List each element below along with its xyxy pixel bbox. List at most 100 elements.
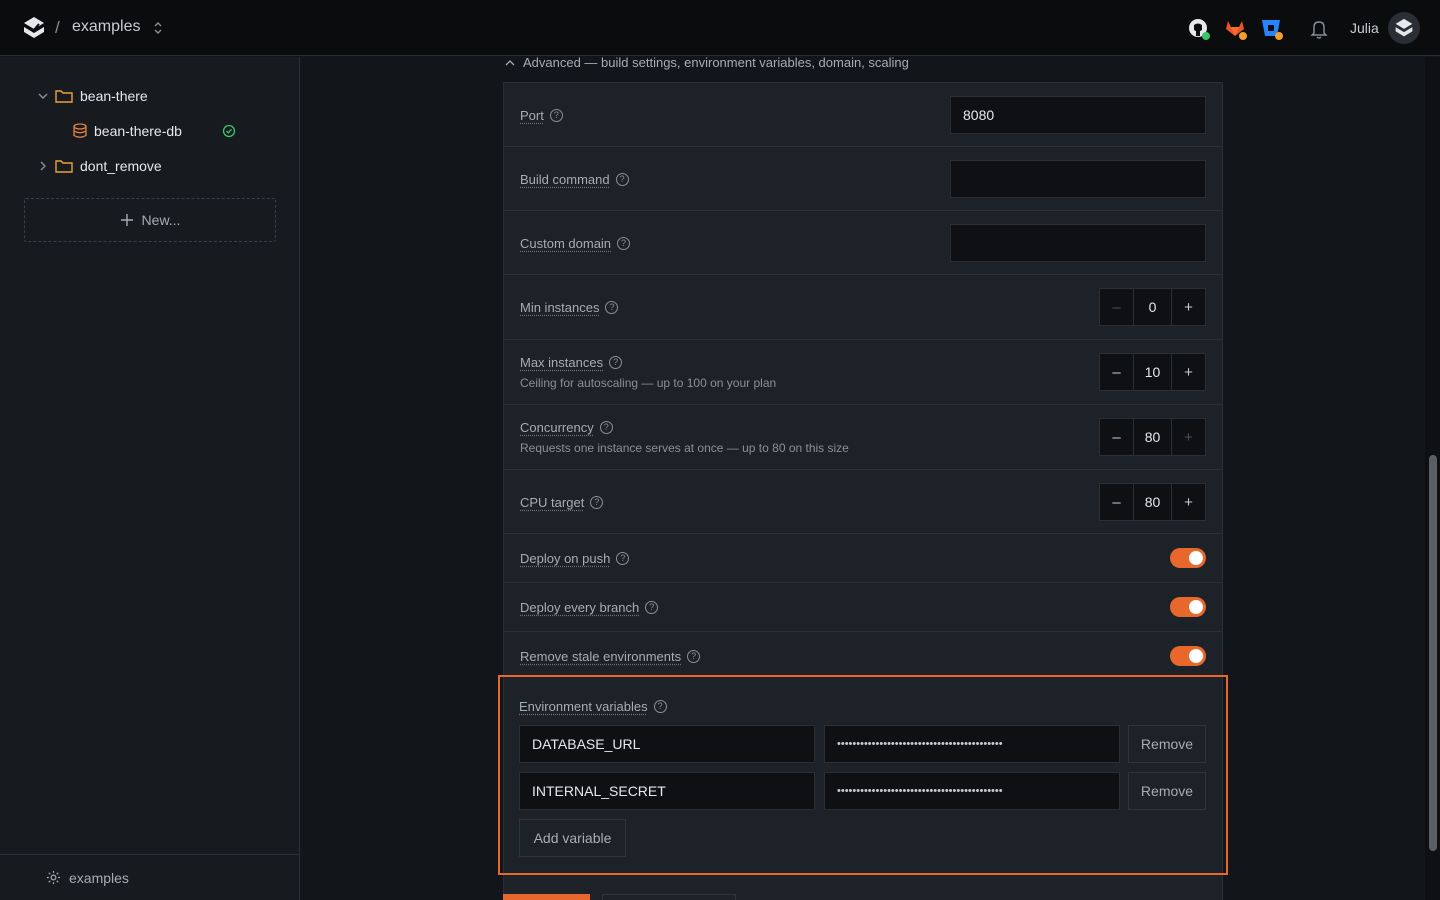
remove-stale-label[interactable]: Remove stale environments (520, 649, 681, 664)
bitbucket-icon[interactable] (1259, 16, 1285, 42)
app-logo-icon[interactable] (22, 16, 46, 40)
setting-row-concurrency: Concurrency ? Requests one instance serv… (504, 405, 1222, 470)
tree-item-dont-remove[interactable]: dont_remove (36, 154, 162, 178)
chevron-down-icon[interactable] (36, 89, 50, 103)
setting-row-build-command: Build command ? (504, 147, 1222, 211)
secondary-action-button[interactable] (602, 894, 736, 900)
setting-label: Deploy every branch ? (520, 600, 659, 615)
port-input[interactable]: 8080 (950, 96, 1206, 134)
decrement-button[interactable]: – (1100, 419, 1133, 455)
help-icon[interactable]: ? (653, 700, 667, 713)
github-icon[interactable] (1186, 16, 1212, 42)
increment-button[interactable]: + (1172, 484, 1205, 520)
build-command-input[interactable] (950, 160, 1206, 198)
top-bar: / examples Julia (0, 0, 1440, 56)
cpu-target-stepper: – 80 + (1099, 483, 1206, 521)
help-icon[interactable]: ? (617, 237, 631, 250)
port-label[interactable]: Port (520, 108, 544, 123)
setting-row-max-instances: Max instances ? Ceiling for autoscaling … (504, 340, 1222, 405)
help-icon[interactable]: ? (615, 173, 629, 186)
help-icon[interactable]: ? (616, 552, 630, 565)
scrollbar-thumb[interactable] (1429, 455, 1437, 851)
setting-label: Max instances ? (520, 355, 623, 370)
increment-button[interactable]: + (1172, 419, 1205, 455)
breadcrumb-separator: / (55, 18, 60, 37)
increment-button[interactable]: + (1172, 289, 1205, 325)
chevron-updown-icon[interactable] (151, 19, 165, 37)
remove-variable-button[interactable]: Remove (1128, 772, 1206, 810)
setting-label: Environment variables ? (519, 699, 667, 714)
sidebar: bean-there bean-there-db dont_remove New… (0, 57, 300, 900)
decrement-button[interactable]: – (1100, 484, 1133, 520)
new-button[interactable]: New... (24, 198, 276, 242)
user-name[interactable]: Julia (1350, 20, 1379, 36)
tree-item-label: dont_remove (80, 158, 162, 174)
add-variable-button[interactable]: Add variable (519, 819, 626, 857)
help-icon[interactable]: ? (609, 356, 623, 369)
gitlab-icon[interactable] (1223, 16, 1249, 42)
max-instances-label[interactable]: Max instances (520, 355, 603, 370)
chevron-right-icon[interactable] (36, 159, 50, 173)
tree-item-bean-there-db[interactable]: bean-there-db (72, 119, 236, 143)
concurrency-value[interactable]: 80 (1133, 419, 1172, 455)
env-vars-label[interactable]: Environment variables (519, 699, 648, 714)
status-check-icon (222, 124, 236, 138)
min-instances-stepper: – 0 + (1099, 288, 1206, 326)
help-icon[interactable]: ? (590, 496, 604, 509)
gear-icon (46, 870, 61, 885)
cpu-target-label[interactable]: CPU target (520, 495, 584, 510)
max-instances-hint: Ceiling for autoscaling — up to 100 on y… (520, 376, 777, 390)
toggle-knob (1189, 649, 1203, 663)
deploy-on-push-label[interactable]: Deploy on push (520, 551, 610, 566)
help-icon[interactable]: ? (645, 601, 659, 614)
min-instances-value[interactable]: 0 (1133, 289, 1172, 325)
remove-stale-toggle[interactable] (1170, 646, 1206, 666)
sidebar-footer[interactable]: examples (0, 854, 300, 900)
setting-row-deploy-every-branch: Deploy every branch ? (504, 583, 1222, 632)
custom-domain-input[interactable] (950, 224, 1206, 262)
max-instances-value[interactable]: 10 (1133, 354, 1172, 390)
build-command-label[interactable]: Build command (520, 172, 610, 187)
setting-label: Build command ? (520, 172, 629, 187)
setting-label: CPU target ? (520, 495, 604, 510)
plus-icon (120, 214, 133, 226)
main-content: Advanced — build settings, environment v… (301, 57, 1425, 900)
primary-action-button[interactable] (503, 894, 590, 900)
setting-row-cpu-target: CPU target ? – 80 + (504, 470, 1222, 534)
avatar-logo-icon (1395, 18, 1413, 37)
env-key-input[interactable]: INTERNAL_SECRET (519, 772, 815, 810)
env-value-input[interactable]: ••••••••••••••••••••••••••••••••••••••••… (824, 725, 1120, 763)
decrement-button[interactable]: – (1100, 354, 1133, 390)
decrement-button[interactable]: – (1100, 289, 1133, 325)
setting-label: Custom domain ? (520, 236, 631, 251)
env-key-input[interactable]: DATABASE_URL (519, 725, 815, 763)
project-name[interactable]: examples (72, 18, 140, 36)
help-icon[interactable]: ? (605, 301, 619, 314)
help-icon[interactable]: ? (599, 421, 613, 434)
min-instances-label[interactable]: Min instances (520, 300, 599, 315)
bell-icon[interactable] (1306, 16, 1332, 42)
footer-label: examples (69, 869, 129, 886)
setting-label: Deploy on push ? (520, 551, 630, 566)
avatar[interactable] (1388, 12, 1420, 44)
env-value-input[interactable]: ••••••••••••••••••••••••••••••••••••••••… (824, 772, 1120, 810)
tree-item-label: bean-there (80, 88, 148, 104)
advanced-section-header[interactable]: Advanced — build settings, environment v… (504, 57, 909, 70)
remove-variable-button[interactable]: Remove (1128, 725, 1206, 763)
tree-item-bean-there[interactable]: bean-there (36, 84, 148, 108)
help-icon[interactable]: ? (687, 650, 701, 663)
deploy-on-push-toggle[interactable] (1170, 548, 1206, 568)
custom-domain-label[interactable]: Custom domain (520, 236, 611, 251)
setting-label: Min instances ? (520, 300, 619, 315)
setting-row-port: Port ? 8080 (504, 83, 1222, 147)
increment-button[interactable]: + (1172, 354, 1205, 390)
deploy-every-branch-label[interactable]: Deploy every branch (520, 600, 639, 615)
deploy-every-branch-toggle[interactable] (1170, 597, 1206, 617)
folder-icon (55, 90, 73, 103)
environment-variables-section: Environment variables ? DATABASE_URL •••… (498, 675, 1228, 875)
concurrency-hint: Requests one instance serves at once — u… (520, 441, 849, 455)
cpu-target-value[interactable]: 80 (1133, 484, 1172, 520)
setting-row-min-instances: Min instances ? – 0 + (504, 275, 1222, 340)
help-icon[interactable]: ? (549, 109, 563, 122)
concurrency-label[interactable]: Concurrency (520, 420, 594, 435)
